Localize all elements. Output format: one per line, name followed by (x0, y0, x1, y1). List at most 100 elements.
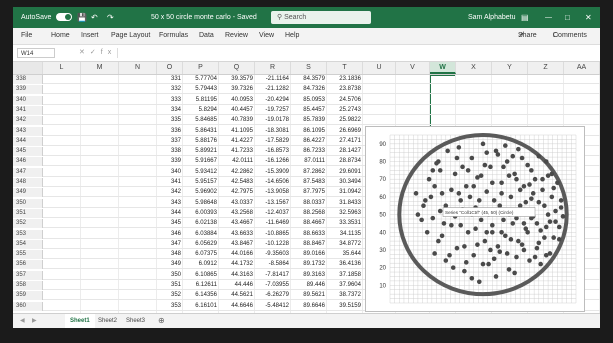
function-icon[interactable]: fx (101, 49, 116, 56)
cell-s[interactable]: 87.2862 (291, 168, 327, 177)
tab-sheet3[interactable]: Sheet3 (121, 314, 150, 328)
cell-t[interactable]: 31.0942 (327, 188, 363, 197)
column-header-o[interactable]: O (157, 62, 183, 74)
undo-icon[interactable]: ↶ (91, 7, 98, 28)
search-box[interactable]: ⚲ Search (271, 11, 371, 24)
cell-q[interactable]: 44.5621 (219, 291, 255, 300)
row-header[interactable]: 354 (13, 239, 43, 249)
formula-input[interactable] (117, 48, 596, 58)
cell-s[interactable]: 89.5621 (291, 291, 327, 300)
row-header[interactable]: 341 (13, 105, 43, 115)
cell-s[interactable]: 89.446 (291, 281, 327, 290)
cell-o[interactable]: 339 (157, 157, 183, 166)
cell-r[interactable]: -16.8573 (255, 147, 291, 156)
save-icon[interactable]: 💾 (77, 7, 87, 28)
cell-s[interactable]: 86.4227 (291, 137, 327, 146)
row-header[interactable]: 352 (13, 219, 43, 229)
cell-s[interactable]: 85.7839 (291, 116, 327, 125)
cell-q[interactable]: 41.4227 (219, 137, 255, 146)
cell-r[interactable]: -17.5829 (255, 137, 291, 146)
autosave-toggle[interactable] (53, 7, 72, 28)
row-header[interactable]: 338 (13, 75, 43, 84)
cell-p[interactable]: 6.03884 (183, 230, 219, 239)
cell-r[interactable]: -15.3909 (255, 168, 291, 177)
cell-p[interactable]: 6.16101 (183, 302, 219, 311)
cell-o[interactable]: 344 (157, 209, 183, 218)
cell-r[interactable]: -18.3081 (255, 127, 291, 136)
row-header[interactable]: 347 (13, 167, 43, 177)
row-header[interactable]: 360 (13, 301, 43, 311)
cell-q[interactable]: 40.4457 (219, 106, 255, 115)
cell-o[interactable]: 353 (157, 302, 183, 311)
row-header[interactable]: 343 (13, 126, 43, 136)
cell-r[interactable]: -21.1282 (255, 85, 291, 94)
column-header-m[interactable]: M (81, 62, 119, 74)
cell-t[interactable]: 34.1135 (327, 230, 363, 239)
cell-r[interactable]: -12.4037 (255, 209, 291, 218)
cell-t[interactable]: 23.8738 (327, 85, 363, 94)
menu-page-layout[interactable]: Page Layout (111, 28, 150, 44)
cell-r[interactable]: -5.48412 (255, 302, 291, 311)
row-header[interactable]: 342 (13, 116, 43, 126)
cell-q[interactable]: 40.7839 (219, 116, 255, 125)
cell-o[interactable]: 348 (157, 250, 183, 259)
cell-p[interactable]: 5.91667 (183, 157, 219, 166)
cell-p[interactable]: 6.14356 (183, 291, 219, 300)
column-header-v[interactable]: V (396, 62, 430, 74)
cell-s[interactable]: 86.1095 (291, 127, 327, 136)
cell-t[interactable]: 35.644 (327, 250, 363, 259)
row-header[interactable]: 357 (13, 270, 43, 280)
cell-t[interactable]: 34.8772 (327, 240, 363, 249)
cell-s[interactable]: 89.3163 (291, 271, 327, 280)
column-header-aa[interactable]: AA (564, 62, 600, 74)
cell-o[interactable]: 345 (157, 219, 183, 228)
cell-r[interactable]: -14.6506 (255, 178, 291, 187)
cell-o[interactable]: 340 (157, 168, 183, 177)
row-header[interactable]: 359 (13, 291, 43, 301)
row-header[interactable]: 348 (13, 178, 43, 187)
cell-s[interactable]: 85.4457 (291, 106, 327, 115)
cell-s[interactable]: 84.3579 (291, 75, 327, 84)
cell-s[interactable]: 89.0166 (291, 250, 327, 259)
menu-review[interactable]: Review (225, 28, 248, 44)
column-header-n[interactable]: N (119, 62, 157, 74)
cell-q[interactable]: 43.4667 (219, 219, 255, 228)
row-header[interactable]: 344 (13, 136, 43, 146)
cell-p[interactable]: 5.88176 (183, 137, 219, 146)
cell-r[interactable]: -10.8865 (255, 230, 291, 239)
cell-o[interactable]: 342 (157, 188, 183, 197)
column-header-r[interactable]: R (255, 62, 291, 74)
close-icon[interactable]: ✕ (585, 7, 592, 28)
column-header-t[interactable]: T (327, 62, 363, 74)
cell-r[interactable]: -19.0178 (255, 116, 291, 125)
row-header[interactable]: 351 (13, 208, 43, 218)
cell-r[interactable]: -13.1567 (255, 199, 291, 208)
cell-r[interactable]: -8.5864 (255, 260, 291, 269)
cell-s[interactable]: 89.1732 (291, 260, 327, 269)
cell-t[interactable]: 36.4136 (327, 260, 363, 269)
menu-home[interactable]: Home (51, 28, 70, 44)
cell-s[interactable]: 88.0337 (291, 199, 327, 208)
row-header[interactable]: 358 (13, 281, 43, 290)
cell-o[interactable]: 351 (157, 281, 183, 290)
cell-r[interactable]: -7.03955 (255, 281, 291, 290)
cell-s[interactable]: 89.6646 (291, 302, 327, 311)
cell-q[interactable]: 42.5483 (219, 178, 255, 187)
row-header[interactable]: 350 (13, 198, 43, 208)
cell-r[interactable]: -11.6469 (255, 219, 291, 228)
cell-s[interactable]: 87.7975 (291, 188, 327, 197)
cell-p[interactable]: 5.95157 (183, 178, 219, 187)
cell-s[interactable]: 87.0111 (291, 157, 327, 166)
cell-q[interactable]: 41.1095 (219, 127, 255, 136)
cell-o[interactable]: 337 (157, 137, 183, 146)
add-sheet-icon[interactable]: ⊕ (153, 314, 170, 328)
column-header-l[interactable]: L (43, 62, 81, 74)
row-header[interactable]: 340 (13, 95, 43, 105)
cell-p[interactable]: 5.96902 (183, 188, 219, 197)
cell-p[interactable]: 5.89921 (183, 147, 219, 156)
cell-p[interactable]: 5.77704 (183, 75, 219, 84)
cell-p[interactable]: 6.07375 (183, 250, 219, 259)
row-header[interactable]: 339 (13, 85, 43, 95)
enter-icon[interactable]: ✓ (90, 49, 101, 56)
cell-p[interactable]: 6.00393 (183, 209, 219, 218)
